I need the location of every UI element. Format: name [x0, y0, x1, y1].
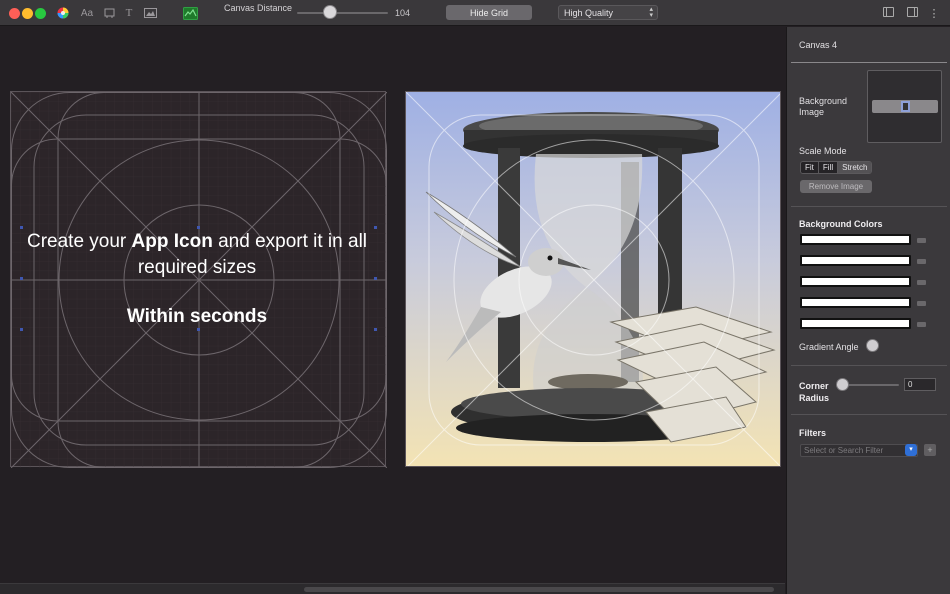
- color-wheel-icon[interactable]: [56, 5, 70, 21]
- remove-color-button[interactable]: [917, 280, 926, 285]
- divider: [791, 414, 947, 415]
- divider: [791, 62, 947, 63]
- app-preview-icon[interactable]: [182, 5, 198, 21]
- toolbar: Aa T Canvas Distance 104 Hide Grid High …: [0, 0, 950, 26]
- color-well[interactable]: [800, 297, 911, 308]
- close-window-button[interactable]: [9, 8, 20, 19]
- inspector-panel: Canvas 4 Background Image Scale Mode Fit…: [786, 27, 950, 594]
- hourglass-hummingbird-image: [406, 92, 780, 466]
- crop-icon[interactable]: [103, 5, 117, 21]
- headline-bold-text: App Icon: [131, 231, 213, 252]
- color-well[interactable]: [800, 318, 911, 329]
- color-well[interactable]: [800, 234, 911, 245]
- quality-select[interactable]: High Quality ▴ ▾: [558, 5, 658, 20]
- scale-mode-stretch[interactable]: Stretch: [837, 162, 872, 173]
- tagline-text: Within seconds: [126, 306, 268, 327]
- background-image-label: Background Image: [799, 96, 848, 117]
- scale-mode-label: Scale Mode: [799, 146, 847, 156]
- image-icon[interactable]: [143, 5, 157, 21]
- gradient-angle-label: Gradient Angle: [799, 342, 859, 352]
- remove-color-button[interactable]: [917, 238, 926, 243]
- scale-mode-segmented-control[interactable]: Fit Fill Stretch: [800, 161, 873, 174]
- chevron-updown-icon: ▴ ▾: [649, 6, 653, 19]
- filters-heading: Filters: [799, 428, 827, 438]
- gradient-angle-dial[interactable]: [866, 339, 879, 352]
- slider-knob[interactable]: [323, 5, 337, 19]
- corner-radius-label: Corner Radius: [799, 381, 830, 403]
- filter-search-input[interactable]: Select or Search Filter: [800, 444, 918, 457]
- scale-mode-fit[interactable]: Fit: [801, 162, 818, 173]
- quality-select-value: High Quality: [564, 7, 614, 18]
- minimize-window-button[interactable]: [22, 8, 33, 19]
- promo-headline: Create your App Icon and export it in al…: [0, 229, 394, 330]
- headline-text-1: Create your: [26, 231, 132, 252]
- divider: [791, 206, 947, 207]
- chevron-down-icon[interactable]: ▾: [905, 444, 917, 456]
- canvas-distance-value: 104: [395, 8, 411, 18]
- text-icon[interactable]: T: [123, 5, 135, 21]
- corner-radius-input[interactable]: 0: [904, 378, 936, 391]
- more-options-icon[interactable]: ⋮: [929, 5, 940, 21]
- zoom-window-button[interactable]: [35, 8, 46, 19]
- sidebar-left-toggle-icon[interactable]: [883, 7, 894, 17]
- color-well[interactable]: [800, 255, 911, 266]
- font-icon[interactable]: Aa: [80, 5, 94, 21]
- corner-radius-slider-knob[interactable]: [836, 378, 849, 391]
- remove-color-button[interactable]: [917, 322, 926, 327]
- sidebar-right-toggle-icon[interactable]: [907, 7, 918, 17]
- background-image-thumbnail: [872, 100, 938, 113]
- scrollbar-thumb[interactable]: [304, 587, 774, 592]
- remove-color-button[interactable]: [917, 259, 926, 264]
- app-icon-preview[interactable]: [405, 91, 781, 467]
- canvas-name-label: Canvas 4: [799, 40, 838, 50]
- horizontal-scrollbar[interactable]: [0, 583, 785, 594]
- remove-color-button[interactable]: [917, 301, 926, 306]
- background-image-well[interactable]: [867, 70, 942, 143]
- divider: [791, 365, 947, 366]
- scale-mode-fill[interactable]: Fill: [817, 162, 838, 173]
- remove-image-button[interactable]: Remove Image: [800, 180, 872, 193]
- canvas-distance-label: Canvas Distance: [224, 3, 293, 13]
- add-filter-icon[interactable]: +: [924, 444, 936, 456]
- hide-grid-button[interactable]: Hide Grid: [446, 5, 532, 20]
- slider-track[interactable]: [297, 12, 388, 14]
- background-colors-heading: Background Colors: [799, 219, 883, 229]
- color-well[interactable]: [800, 276, 911, 287]
